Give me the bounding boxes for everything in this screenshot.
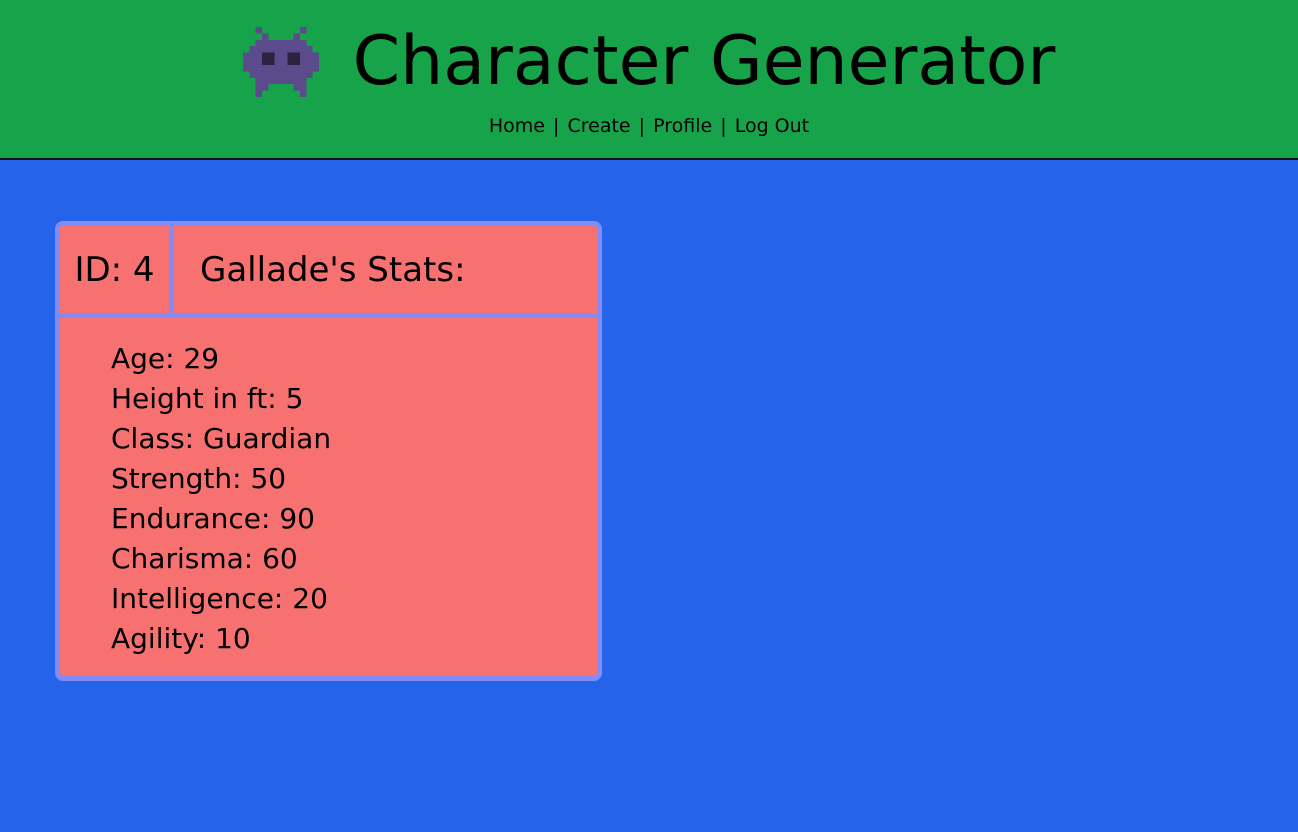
character-card-header: ID: 4 Gallade's Stats: (60, 226, 597, 318)
site-header: Character Generator Home | Create | Prof… (0, 0, 1298, 160)
character-stats-list: Age: 29 Height in ft: 5 Class: Guardian … (111, 339, 331, 659)
nav-logout-link[interactable]: Log Out (735, 115, 809, 137)
stat-endurance: Endurance: 90 (111, 502, 315, 535)
character-id: ID: 4 (60, 226, 174, 313)
title-row: Character Generator (0, 16, 1298, 108)
stat-height: Height in ft: 5 (111, 382, 304, 415)
nav-profile-link[interactable]: Profile (653, 115, 712, 137)
character-name-heading: Gallade's Stats: (200, 249, 466, 290)
stat-age: Age: 29 (111, 342, 220, 375)
stat-intelligence: Intelligence: 20 (111, 582, 328, 615)
nav-separator: | (720, 115, 727, 137)
stat-charisma: Charisma: 60 (111, 542, 298, 575)
character-card: ID: 4 Gallade's Stats: Age: 29 Height in… (55, 221, 602, 681)
app-title: Character Generator (352, 22, 1056, 101)
nav-separator: | (638, 115, 646, 137)
stat-strength: Strength: 50 (111, 462, 287, 495)
stat-class: Class: Guardian (111, 422, 332, 455)
stat-agility: Agility: 10 (111, 622, 251, 655)
nav-create-link[interactable]: Create (567, 115, 630, 137)
nav-home-link[interactable]: Home (489, 115, 545, 137)
alien-monster-icon (242, 27, 319, 97)
nav-separator: | (553, 115, 560, 137)
main-nav: Home | Create | Profile | Log Out (0, 113, 1298, 139)
